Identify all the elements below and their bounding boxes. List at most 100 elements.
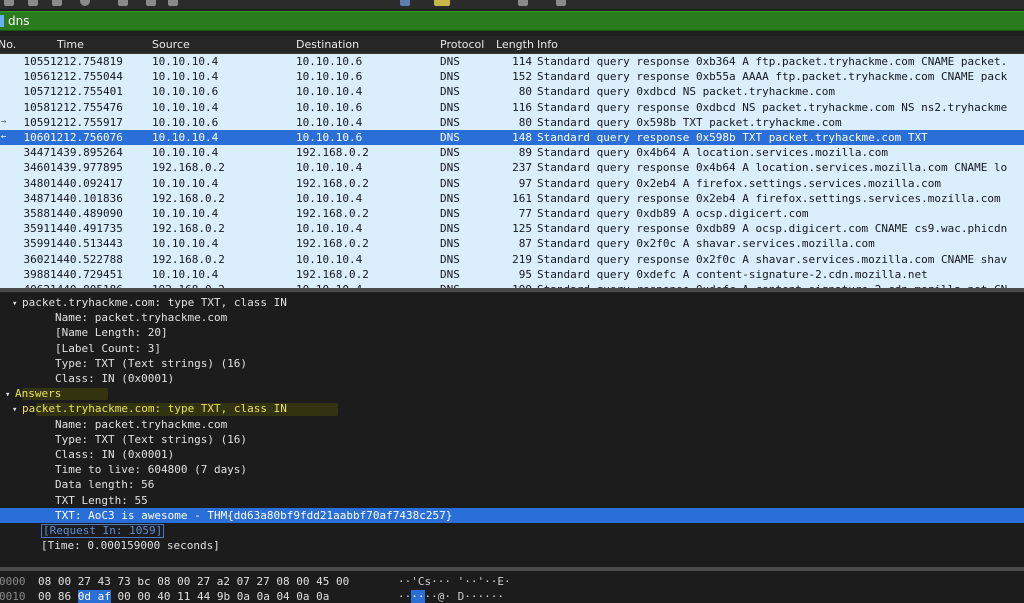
column-header-destination[interactable]: Destination [296,38,359,51]
detail-tree-item[interactable]: ▾ packet.tryhackme.com: type TXT, class I… [12,295,287,310]
packet-destination: 10.10.10.6 [296,55,363,68]
packet-info: Standard query response 0xdb89 A ocsp.di… [537,222,1008,236]
packet-row[interactable]: 3602 1440.522788 192.168.0.2 10.10.10.4 DNS 2… [0,252,1024,267]
autoscroll-icon[interactable] [434,0,450,6]
packet-row[interactable]: 3599 1440.513443 10.10.10.4 192.168.0.2 DNS 8… [0,236,1024,251]
detail-tree-item[interactable]: [Label Count: 3] [55,341,161,356]
packet-source: 192.168.0.2 [152,222,225,236]
detail-tree-item[interactable]: Name: packet.tryhackme.com [55,417,227,432]
detail-link-request-in[interactable]: [Request In: 1059] [41,523,165,538]
packet-time: 1212.754819 [50,55,123,68]
detail-tree-item[interactable]: [Name Length: 20] [55,325,168,340]
detail-text: Class: IN (0x0001) [55,372,175,385]
packet-list[interactable]: 1055 1212.754819 10.10.10.4 10.10.10.6 DNS 11… [0,54,1024,288]
selected-ascii: ·· [411,590,425,603]
filter-bookmark-icon[interactable] [0,15,4,27]
bytes-row[interactable]: 0000 08 00 27 43 73 bc 08 00 27 a2 07 27 … [0,574,1024,589]
packet-source: 10.10.10.4 [152,131,219,144]
selected-bytes: 0d af [77,590,111,603]
detail-text: [Label Count: 3] [55,341,161,355]
column-header-protocol[interactable]: Protocol [440,38,484,51]
column-header-info[interactable]: Info [537,38,558,51]
detail-tree-item[interactable]: Name: packet.tryhackme.com [55,310,227,325]
detail-tree-item[interactable]: Type: TXT (Text strings) (16) [55,356,247,371]
find-packet-icon[interactable] [118,0,128,6]
packet-info: Standard query response 0xb55a AAAA ftp.… [537,70,1008,84]
packet-row[interactable]: 3480 1440.092417 10.10.10.4 192.168.0.2 DNS 9… [0,176,1024,191]
packet-row[interactable]: 3460 1439.977895 192.168.0.2 10.10.10.4 DNS 2… [0,160,1024,175]
packet-protocol: DNS [440,252,460,266]
save-file-icon[interactable] [28,0,38,6]
detail-tree-item[interactable]: [Time: 0.000159000 seconds] [41,538,220,553]
packet-time: 1212.755044 [50,70,123,84]
packet-row[interactable]: 3988 1440.729451 10.10.10.4 192.168.0.2 DNS 9… [0,267,1024,282]
detail-tree-item[interactable]: ▾ packet.tryhackme.com: type TXT, class I… [12,401,287,416]
go-forward-icon[interactable] [168,0,178,6]
detail-text: Type: TXT (Text strings) (16) [55,356,248,370]
packet-length: 125 [512,222,532,236]
packet-details-pane[interactable]: ▾ packet.tryhackme.com: type TXT, class I… [0,293,1024,567]
detail-tree-item[interactable]: Class: IN (0x0001) [55,447,174,462]
packet-info: Standard query 0xdbcd NS packet.tryhackm… [537,85,836,99]
packet-info: Standard query 0x2f0c A shavar.services.… [537,237,875,251]
packet-destination: 10.10.10.6 [296,70,363,84]
detail-tree-item[interactable]: Type: TXT (Text strings) (16) [55,432,247,447]
zoom-icon[interactable] [518,0,528,6]
packet-source: 192.168.0.2 [152,191,225,205]
close-file-icon[interactable] [52,0,62,6]
bytes-segment: 00 00 40 11 44 9b 0a 0a 04 0a 0a [110,590,330,603]
packet-row[interactable]: → 1059 1212.755917 10.10.10.6 10.10.10.4 DNS 8… [0,115,1024,130]
detail-tree-item[interactable]: Time to live: 604800 (7 days) [55,462,247,477]
packet-row[interactable]: 3591 1440.491735 192.168.0.2 10.10.10.4 DNS 1… [0,221,1024,236]
detail-tree-item[interactable]: ▾ Answers [5,386,61,401]
packet-protocol: DNS [440,207,460,220]
bytes-offset: 0010 [0,590,26,603]
packet-source: 10.10.10.4 [152,70,219,84]
detail-text: [Request In: 1059] [41,524,165,538]
go-back-icon[interactable] [146,0,156,6]
packet-length: 237 [512,161,532,175]
detail-text: Time to live: 604800 (7 days) [55,463,248,477]
pane-divider[interactable] [0,288,1024,292]
packet-time: 1440.489090 [50,207,123,220]
column-header-source[interactable]: Source [152,38,190,51]
detail-tree-item[interactable]: Class: IN (0x0001) [55,371,174,386]
packet-list-header: No. Time Source Destination Protocol Len… [0,36,1024,54]
packet-row[interactable]: 1058 1212.755476 10.10.10.4 10.10.10.6 DNS 11… [0,100,1024,115]
packet-time: 1440.092417 [50,176,123,190]
column-header-length[interactable]: Length [496,38,534,51]
open-file-icon[interactable] [4,0,14,6]
packet-row[interactable]: 1055 1212.754819 10.10.10.4 10.10.10.6 DNS 11… [0,54,1024,69]
packet-row[interactable]: 1057 1212.755401 10.10.10.6 10.10.10.4 DNS 80… [0,84,1024,99]
detail-tree-item[interactable]: TXT Length: 55 [55,493,148,508]
packet-destination: 10.10.10.4 [296,115,363,129]
reload-icon[interactable] [80,0,90,6]
packet-source: 10.10.10.4 [152,237,219,251]
packet-row[interactable]: 3487 1440.101836 192.168.0.2 10.10.10.4 DNS 1… [0,191,1024,206]
expand-arrow-icon[interactable]: ▾ [12,403,22,418]
packet-source: 10.10.10.4 [152,207,219,220]
display-filter-input[interactable] [8,13,1020,29]
resize-columns-icon[interactable] [556,0,566,6]
detail-text: [Name Length: 20] [55,326,168,340]
packet-destination: 192.168.0.2 [296,237,369,251]
column-header-no[interactable]: No. [0,38,16,51]
detail-text: TXT: AoC3 is awesome - THM{dd63a80bf9fdd… [55,508,453,522]
column-header-time[interactable]: Time [57,38,84,51]
packet-row[interactable]: 3447 1439.895264 10.10.10.4 192.168.0.2 DNS 8… [0,145,1024,160]
packet-time: 1212.755476 [50,100,123,114]
colorize-icon[interactable] [400,0,410,6]
detail-tree-item[interactable]: Data length: 56 [55,477,154,492]
packet-destination: 10.10.10.4 [296,161,363,175]
bytes-row[interactable]: 0010 00 86 0d af 00 00 40 11 44 9b 0a 0a … [0,589,1024,603]
packet-length: 80 [518,85,532,99]
packet-length: 161 [512,191,532,205]
packet-row[interactable]: 1056 1212.755044 10.10.10.4 10.10.10.6 DNS 15… [0,69,1024,84]
bytes-hex: 00 86 0d af 00 00 40 11 44 9b 0a 0a 04 0… [38,589,329,603]
packet-row[interactable]: 3588 1440.489090 10.10.10.4 192.168.0.2 DNS 7… [0,206,1024,221]
packet-row[interactable]: ← 1060 1212.756076 10.10.10.4 10.10.10.6 DNS 1… [0,130,1024,146]
packet-bytes-pane[interactable]: 0000 08 00 27 43 73 bc 08 00 27 a2 07 27 … [0,571,1024,603]
detail-tree-item[interactable]: TXT: AoC3 is awesome - THM{dd63a80bf9fdd… [0,507,1024,523]
expand-arrow-icon[interactable]: ▾ [12,297,22,312]
packet-protocol: DNS [440,100,460,114]
